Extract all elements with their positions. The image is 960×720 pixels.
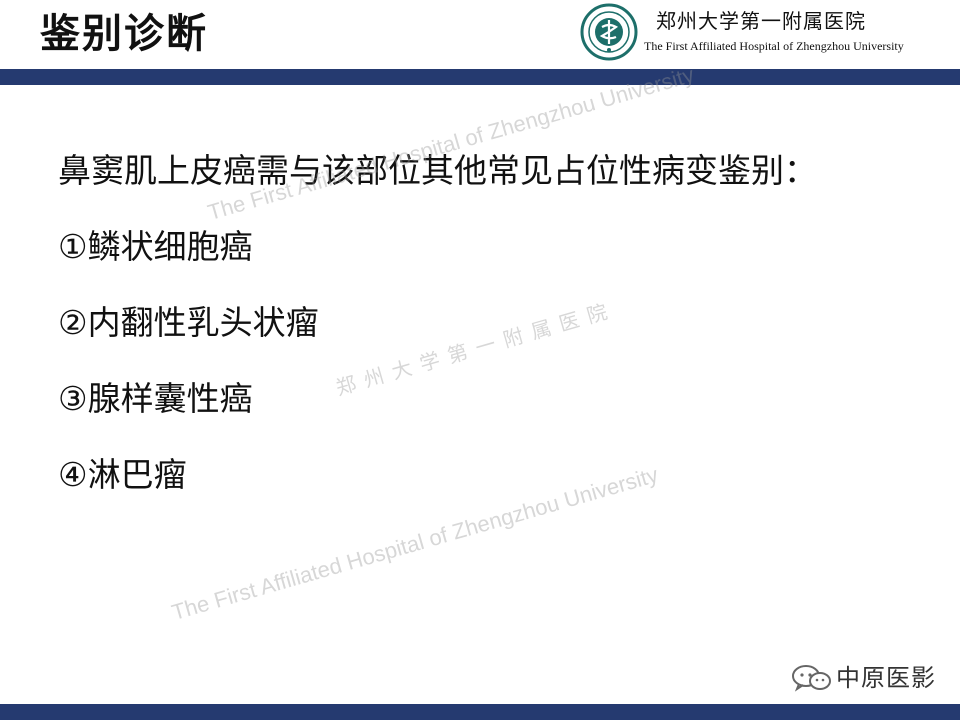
header-bar [0,69,960,85]
differential-list: ①鳞状细胞癌 ②内翻性乳头状瘤 ③腺样囊性癌 ④淋巴瘤 [58,224,938,498]
list-item: ②内翻性乳头状瘤 [58,303,319,342]
footer-bar [0,704,960,720]
slide-title: 鉴别诊断 [40,11,208,57]
intro-text: 鼻窦肌上皮癌需与该部位其他常见占位性病变鉴别： [58,151,817,190]
hospital-logo [580,3,638,61]
brand-name: 中原医影 [836,664,936,692]
list-item: ④淋巴瘤 [58,455,187,494]
list-item: ①鳞状细胞癌 [58,227,253,266]
slide-content: 鼻窦肌上皮癌需与该部位其他常见占位性病变鉴别： ①鳞状细胞癌 ②内翻性乳头状瘤 … [58,148,938,498]
hospital-name-cn: 郑州大学第一附属医院 [656,9,866,33]
wechat-icon [792,665,831,692]
slide: 鉴别诊断 郑州大学第一附属医院 The First Affiliated Hos… [0,0,960,720]
hospital-name-en: The First Affiliated Hospital of Zhengzh… [644,39,904,53]
list-item: ③腺样囊性癌 [58,379,253,418]
